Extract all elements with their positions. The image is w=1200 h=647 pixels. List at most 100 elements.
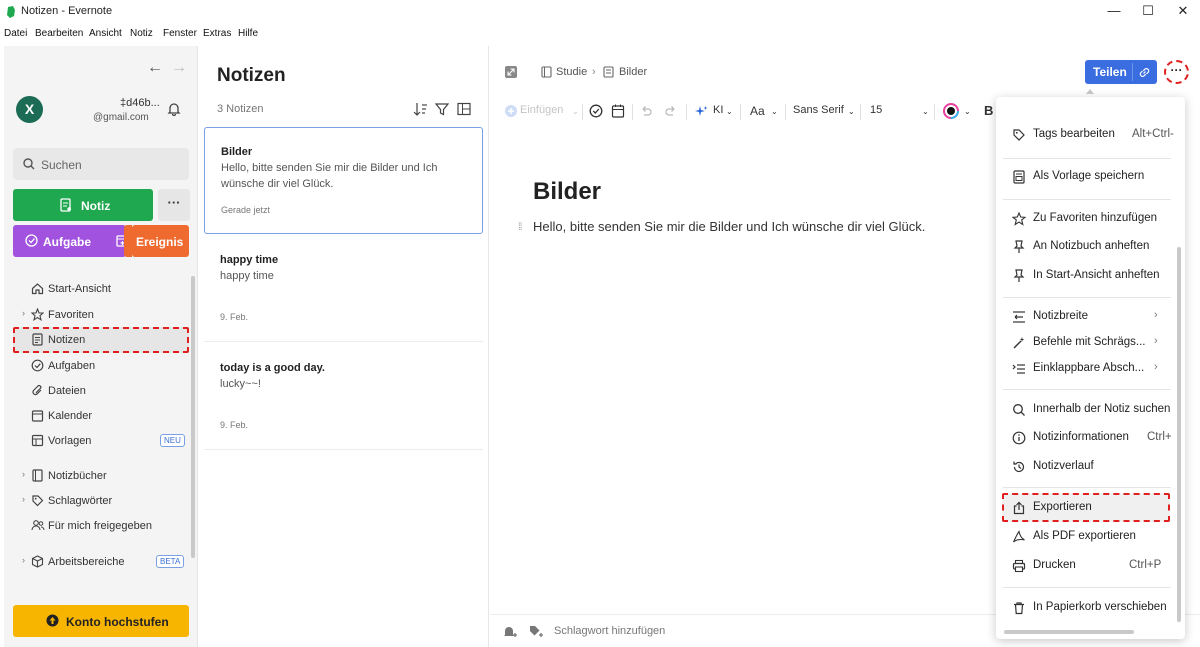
calendar-icon[interactable] [611, 104, 625, 118]
menu-horizontal-scrollbar[interactable] [1004, 630, 1134, 634]
menu-extras[interactable]: Extras [203, 28, 231, 39]
evernote-logo-icon [7, 6, 15, 18]
menu-hilfe[interactable]: Hilfe [238, 28, 258, 39]
sort-icon[interactable] [413, 102, 428, 116]
sidebar-item-vorlagen[interactable]: Vorlagen NEU [4, 430, 194, 452]
link-icon[interactable] [1138, 66, 1151, 79]
chevron-right-icon[interactable]: › [22, 469, 25, 479]
sidebar-item-label: Schlagwörter [48, 495, 113, 507]
insert-button[interactable]: Einfügen [520, 104, 563, 116]
share-button[interactable]: Teilen [1085, 60, 1157, 84]
more-options-button[interactable]: ··· [1164, 60, 1189, 84]
chevron-down-icon[interactable]: ⌄ [572, 107, 579, 116]
menu-bar: Datei Bearbeiten Ansicht Notiz Fenster E… [0, 24, 1200, 44]
event-button-edge[interactable] [124, 225, 132, 257]
menu-item-pdf-exportieren[interactable]: Als PDF exportieren [996, 524, 1185, 550]
drag-handle-icon[interactable]: ⁞⁞ [518, 222, 522, 233]
menu-item-label: Notizverlauf [1033, 460, 1094, 472]
chevron-right-icon[interactable]: › [22, 308, 25, 318]
font-family-select[interactable]: Sans Serif [793, 104, 844, 116]
chevron-down-icon[interactable]: ⌄ [922, 107, 929, 116]
search-placeholder: Suchen [41, 158, 82, 172]
note-card[interactable]: Bilder Hello, bitte senden Sie mir die B… [204, 127, 483, 234]
font-size-select[interactable]: 15 [870, 104, 882, 116]
sidebar-item-kalender[interactable]: Kalender [4, 405, 194, 427]
sidebar-item-freigegeben[interactable]: Für mich freigegeben [4, 515, 194, 537]
reminder-bell-icon[interactable] [502, 624, 517, 639]
menu-vertical-scrollbar[interactable] [1177, 247, 1181, 622]
search-input[interactable]: Suchen [13, 148, 189, 180]
avatar[interactable]: X [16, 96, 43, 123]
menu-item-tags-bearbeiten[interactable]: Tags bearbeiten Alt+Ctrl- [996, 122, 1185, 148]
filter-icon[interactable] [435, 102, 449, 116]
breadcrumb-notebook[interactable]: Studie [556, 66, 587, 78]
redo-icon[interactable] [664, 104, 678, 118]
chevron-down-icon[interactable]: ⌄ [964, 107, 971, 116]
maximize-button[interactable]: ☐ [1128, 2, 1168, 22]
new-note-button[interactable]: Notiz [13, 189, 153, 221]
new-task-button[interactable]: Aufgabe [13, 225, 126, 257]
chevron-down-icon[interactable]: ⌄ [771, 107, 778, 116]
chevron-down-icon[interactable]: ⌄ [848, 107, 855, 116]
ai-button[interactable]: KI [713, 104, 723, 116]
menu-item-befehle[interactable]: Befehle mit Schrägs... › [996, 330, 1185, 356]
menu-item-notizinformationen[interactable]: Notizinformationen Ctrl+ [996, 425, 1185, 451]
menu-item-drucken[interactable]: Drucken Ctrl+P [996, 553, 1185, 579]
expand-icon[interactable] [504, 65, 518, 79]
back-arrow-icon[interactable]: ← [147, 59, 163, 77]
sidebar-item-label: Aufgaben [48, 360, 96, 372]
menu-item-exportieren[interactable]: Exportieren [996, 495, 1185, 521]
menu-divider [1003, 297, 1171, 298]
menu-fenster[interactable]: Fenster [163, 28, 197, 39]
menu-divider [1003, 158, 1171, 159]
upgrade-button[interactable]: Konto hochstufen [13, 605, 189, 637]
more-create-button[interactable]: ··· [158, 189, 190, 221]
sidebar-item-notizbuecher[interactable]: › Notizbücher [4, 465, 194, 487]
note-body[interactable]: Hello, bitte senden Sie mir die Bilder u… [533, 219, 925, 234]
bell-icon[interactable] [167, 101, 181, 116]
sidebar-item-dateien[interactable]: Dateien [4, 380, 194, 402]
note-card[interactable]: happy time happy time 9. Feb. [204, 242, 483, 342]
menu-datei[interactable]: Datei [4, 28, 27, 39]
ai-sparkle-icon[interactable] [695, 105, 708, 118]
menu-notiz[interactable]: Notiz [130, 28, 153, 39]
menu-bearbeiten[interactable]: Bearbeiten [35, 28, 83, 39]
menu-item-notizverlauf[interactable]: Notizverlauf [996, 454, 1185, 480]
menu-item-suchen[interactable]: Innerhalb der Notiz suchen [996, 397, 1185, 423]
chevron-right-icon[interactable]: › [22, 555, 25, 565]
sidebar-item-arbeitsbereiche[interactable]: › Arbeitsbereiche BETA [4, 551, 194, 573]
menu-item-einklappbare[interactable]: Einklappbare Absch... › [996, 356, 1185, 382]
menu-item-papierkorb[interactable]: In Papierkorb verschieben [996, 595, 1185, 621]
sidebar-item-schlagwoerter[interactable]: › Schlagwörter [4, 490, 194, 512]
text-color-icon[interactable] [943, 103, 959, 119]
checkbox-circle-icon[interactable] [589, 104, 603, 118]
undo-icon[interactable] [639, 104, 653, 118]
text-style-button[interactable]: Aa [750, 104, 765, 118]
menu-item-favoriten[interactable]: Zu Favoriten hinzufügen [996, 206, 1185, 232]
sidebar-item-start[interactable]: Start-Ansicht [4, 278, 194, 300]
breadcrumb-note[interactable]: Bilder [619, 66, 647, 78]
close-button[interactable]: ✕ [1163, 2, 1200, 22]
chevron-right-icon[interactable]: › [22, 494, 25, 504]
bold-button[interactable]: B [984, 103, 993, 118]
add-tag-input[interactable]: Schlagwort hinzufügen [554, 625, 665, 637]
sidebar-item-favoriten[interactable]: › Favoriten [4, 304, 194, 326]
forward-arrow-icon[interactable]: → [171, 59, 187, 77]
note-card[interactable]: today is a good day. lucky~~! 9. Feb. [204, 350, 483, 450]
chevron-down-icon[interactable]: ⌄ [726, 107, 733, 116]
insert-plus-icon[interactable] [504, 104, 518, 118]
account-name[interactable]: ‡d46b... [120, 97, 160, 109]
menu-item-start-anheften[interactable]: In Start-Ansicht anheften [996, 263, 1185, 289]
sidebar-item-notizen[interactable]: Notizen [4, 329, 194, 351]
new-event-button[interactable]: Ereignis [116, 225, 189, 257]
view-layout-icon[interactable] [457, 102, 471, 116]
note-card-date: 9. Feb. [220, 420, 249, 430]
sidebar-scrollbar[interactable] [191, 276, 195, 558]
menu-item-notizbuch-anheften[interactable]: An Notizbuch anheften [996, 234, 1185, 260]
sidebar-item-aufgaben[interactable]: Aufgaben [4, 355, 194, 377]
note-title[interactable]: Bilder [533, 178, 601, 206]
menu-item-als-vorlage[interactable]: Als Vorlage speichern [996, 164, 1185, 190]
menu-item-notizbreite[interactable]: Notizbreite › [996, 304, 1185, 330]
add-tag-icon[interactable] [528, 624, 543, 639]
menu-ansicht[interactable]: Ansicht [89, 28, 122, 39]
